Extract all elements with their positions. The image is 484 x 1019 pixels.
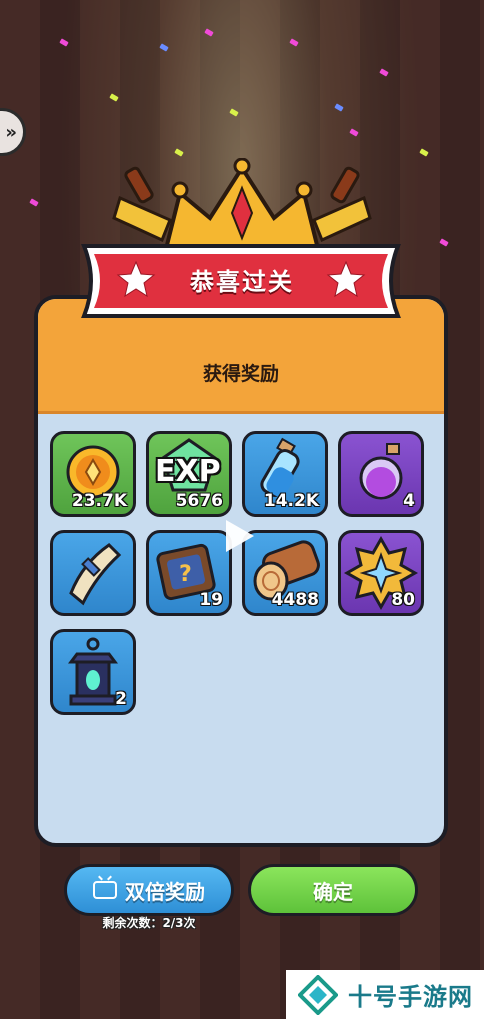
confirm-button[interactable]: 确定 <box>248 864 418 916</box>
reward-item-scroll[interactable] <box>50 530 136 616</box>
remaining-attempts-text: 剩余次数：2/3次 <box>102 916 196 930</box>
reward-count: 5676 <box>175 491 223 511</box>
chevron-right-icon: » <box>5 121 17 143</box>
svg-text:?: ? <box>179 562 192 587</box>
reward-count: 80 <box>391 590 415 610</box>
confirm-label: 确定 <box>313 879 353 904</box>
reward-item-wood-log[interactable]: 4488 <box>242 530 328 616</box>
tv-ad-icon <box>93 881 117 899</box>
page-title: 恭喜过关 <box>190 268 294 296</box>
double-reward-button[interactable]: 双倍奖励 <box>64 864 234 916</box>
reward-count: 4488 <box>271 590 319 610</box>
exp-label: EXP <box>155 454 221 489</box>
panel-subtitle: 获得奖励 <box>202 363 279 385</box>
reward-count: 23.7K <box>71 491 127 511</box>
watermark-logo-icon <box>298 974 338 1015</box>
play-icon[interactable] <box>226 520 254 552</box>
reward-item-star-badge[interactable]: 80 <box>338 530 424 616</box>
scroll-icon <box>69 543 122 606</box>
reward-count: 19 <box>199 590 223 610</box>
watermark-text: 十号手游网 <box>348 983 473 1011</box>
double-reward-label: 双倍奖励 <box>125 879 205 904</box>
reward-item-blue-potion[interactable]: 14.2K <box>242 431 328 517</box>
reward-item-exp[interactable]: EXP 5676 <box>146 431 232 517</box>
reward-count: 2 <box>115 689 127 709</box>
reward-count: 4 <box>403 491 415 511</box>
reward-count: 14.2K <box>263 491 319 511</box>
reward-item-lantern[interactable]: 2 <box>50 629 136 715</box>
reward-item-mystery-chest[interactable]: ? 19 <box>146 530 232 616</box>
watermark: 十号手游网 <box>286 970 484 1019</box>
reward-item-purple-potion[interactable]: 4 <box>338 431 424 517</box>
reward-item-coin[interactable]: 23.7K <box>50 431 136 517</box>
